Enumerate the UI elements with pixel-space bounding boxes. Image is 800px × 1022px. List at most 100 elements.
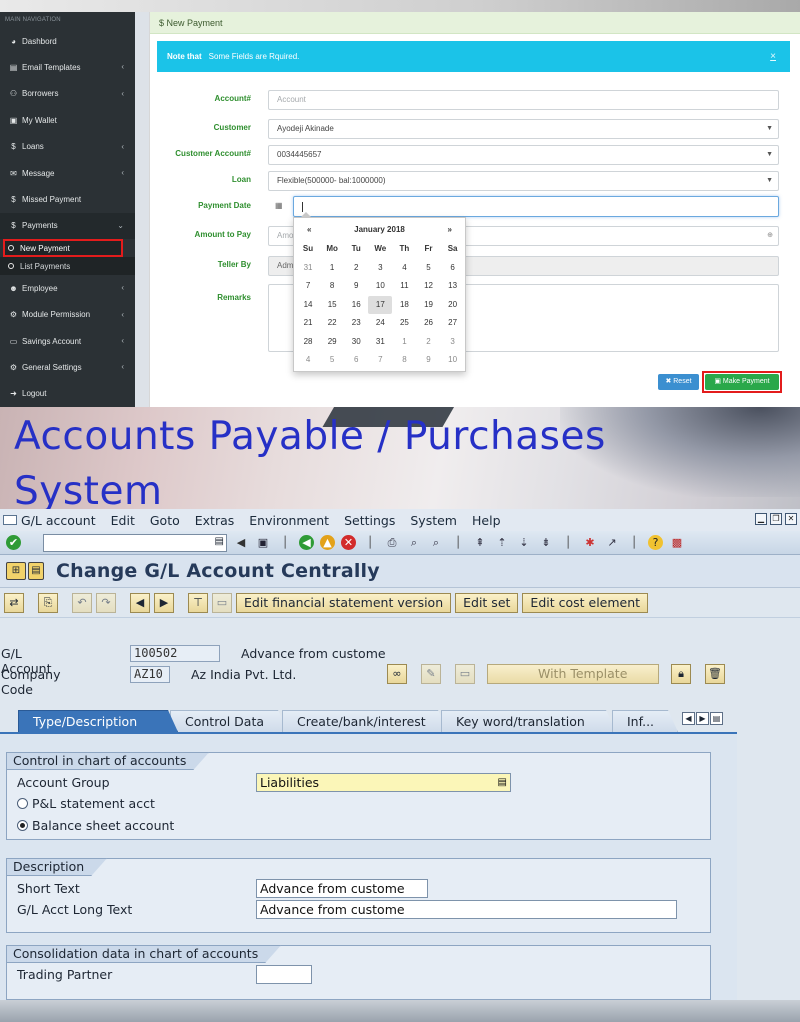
command-dropdown-icon[interactable]: ▤ bbox=[215, 536, 224, 547]
calendar-day-selected[interactable]: 17 bbox=[368, 295, 393, 314]
last-page-icon[interactable]: ⇟ bbox=[538, 535, 554, 551]
shortcut-icon[interactable]: ↗ bbox=[604, 535, 620, 551]
sidebar-subitem-list-payments[interactable]: List Payments bbox=[0, 257, 135, 276]
value-help-icon[interactable]: ▤ bbox=[498, 774, 507, 791]
calendar-day[interactable]: 23 bbox=[344, 314, 368, 333]
calendar-day[interactable]: 2 bbox=[344, 259, 368, 278]
with-template-button[interactable]: With Template bbox=[487, 664, 659, 684]
calendar-day[interactable]: 19 bbox=[416, 296, 440, 315]
sidebar-item-loans[interactable]: $ Loans ‹ bbox=[0, 134, 135, 160]
tab-keyword-translation[interactable]: Key word/translation bbox=[441, 710, 616, 732]
reset-button[interactable]: ✖ Reset bbox=[658, 374, 699, 390]
sidebar-item-payments[interactable]: $ Payments ⌄ bbox=[0, 212, 135, 240]
menu-item-environment[interactable]: Environment bbox=[249, 513, 329, 528]
prev-month-button[interactable]: « bbox=[307, 225, 311, 234]
account-group-input[interactable]: Liabilities ▤ bbox=[256, 773, 511, 792]
edit-financial-statement-version-button[interactable]: Edit financial statement version bbox=[236, 592, 452, 613]
tab-create-bank-interest[interactable]: Create/bank/interest bbox=[282, 710, 448, 732]
calendar-day[interactable]: 1 bbox=[320, 259, 344, 278]
menu-item-extras[interactable]: Extras bbox=[195, 513, 235, 528]
long-text-input[interactable]: Advance from custome bbox=[256, 900, 677, 919]
calendar-day[interactable]: 11 bbox=[392, 277, 416, 296]
calendar-day[interactable]: 2 bbox=[416, 333, 440, 352]
lock-icon[interactable]: 🔒︎ bbox=[671, 664, 691, 684]
calendar-icon[interactable]: ▦ bbox=[275, 201, 286, 211]
calendar-day[interactable]: 7 bbox=[368, 351, 392, 370]
menu-icon[interactable]: ⊞ bbox=[6, 562, 26, 580]
month-title[interactable]: January 2018 bbox=[354, 225, 405, 234]
calendar-day[interactable]: 3 bbox=[368, 259, 392, 278]
print-icon[interactable]: ⎙ bbox=[384, 535, 400, 551]
calendar-day[interactable]: 3 bbox=[441, 333, 465, 352]
radio-selected-icon[interactable] bbox=[17, 820, 28, 831]
next-icon[interactable]: ▶ bbox=[154, 592, 174, 613]
payment-date-input[interactable] bbox=[293, 196, 779, 217]
make-payment-button[interactable]: ▣ Make Payment bbox=[702, 371, 782, 393]
calendar-day[interactable]: 31 bbox=[296, 259, 320, 278]
balance-sheet-radio[interactable]: Balance sheet account bbox=[17, 818, 174, 833]
previous-page-icon[interactable]: ⇡ bbox=[494, 535, 510, 551]
menu-item-goto[interactable]: Goto bbox=[150, 513, 180, 528]
next-month-button[interactable]: » bbox=[448, 225, 452, 234]
edit-set-button[interactable]: Edit set bbox=[455, 592, 519, 613]
other-object-icon[interactable]: ⎘ bbox=[38, 592, 58, 613]
find-next-icon[interactable]: ⌕ bbox=[428, 535, 444, 551]
calendar-day[interactable]: 10 bbox=[368, 277, 392, 296]
alert-close-button[interactable]: × bbox=[770, 41, 776, 72]
cancel-icon[interactable]: ✕ bbox=[341, 535, 356, 550]
calendar-day[interactable]: 29 bbox=[320, 333, 344, 352]
calendar-day[interactable]: 5 bbox=[416, 259, 440, 278]
tab-type-description[interactable]: Type/Description bbox=[18, 710, 178, 732]
menu-item-edit[interactable]: Edit bbox=[111, 513, 135, 528]
menu-item-g-l-account[interactable]: G/L account bbox=[21, 513, 96, 528]
sidebar-item-employee[interactable]: ☻ Employee ‹ bbox=[0, 275, 135, 301]
calendar-day[interactable]: 15 bbox=[320, 296, 344, 315]
calendar-day[interactable]: 9 bbox=[416, 351, 440, 370]
sidebar-item-missed-payment[interactable]: $ Missed Payment bbox=[0, 186, 135, 212]
menu-item-help[interactable]: Help bbox=[472, 513, 501, 528]
calendar-day[interactable]: 8 bbox=[392, 351, 416, 370]
calendar-day[interactable]: 4 bbox=[392, 259, 416, 278]
minimize-icon[interactable]: ▁ bbox=[755, 513, 767, 525]
calendar-day[interactable]: 9 bbox=[344, 277, 368, 296]
previous-icon[interactable]: ◀ bbox=[130, 592, 150, 613]
loan-select[interactable]: Flexible(500000- bal:1000000) ▼ bbox=[268, 171, 779, 191]
calendar-day[interactable]: 27 bbox=[441, 314, 465, 333]
sidebar-item-dashbord[interactable]: ◕ Dashbord bbox=[0, 28, 135, 54]
customize-layout-icon[interactable]: ▩ bbox=[669, 535, 685, 551]
calendar-day[interactable]: 1 bbox=[392, 333, 416, 352]
calendar-day[interactable]: 20 bbox=[441, 296, 465, 315]
short-text-input[interactable]: Advance from custome bbox=[256, 879, 428, 898]
sidebar-item-savings-account[interactable]: ▭ Savings Account ‹ bbox=[0, 328, 135, 354]
sidebar-item-message[interactable]: ✉ Message ‹ bbox=[0, 160, 135, 186]
undo-icon[interactable]: ↶ bbox=[72, 592, 92, 613]
redo-icon[interactable]: ↷ bbox=[96, 592, 116, 613]
spinner-icon[interactable]: ⊕ bbox=[767, 227, 773, 245]
save-icon[interactable]: ▣ bbox=[255, 535, 271, 551]
sidebar-item-email-templates[interactable]: ▤ Email Templates ‹ bbox=[0, 54, 135, 80]
calendar-day[interactable]: 14 bbox=[296, 296, 320, 315]
calendar-day[interactable]: 6 bbox=[344, 351, 368, 370]
edit-cost-element-button[interactable]: Edit cost element bbox=[522, 592, 649, 613]
sap-window-icon[interactable] bbox=[3, 515, 17, 525]
triangle-left-icon[interactable]: ◀ bbox=[233, 535, 249, 551]
calendar-day[interactable]: 16 bbox=[344, 296, 368, 315]
calendar-day[interactable]: 25 bbox=[392, 314, 416, 333]
calendar-day[interactable]: 7 bbox=[296, 277, 320, 296]
command-field[interactable]: ▤ bbox=[43, 533, 227, 552]
calendar-day[interactable]: 22 bbox=[320, 314, 344, 333]
tab-control-data[interactable]: Control Data bbox=[170, 710, 288, 732]
calendar-day[interactable]: 18 bbox=[392, 296, 416, 315]
account-input[interactable]: Account bbox=[268, 90, 779, 110]
trash-icon[interactable]: 🗑︎ bbox=[705, 664, 725, 684]
gl-account-input[interactable]: 100502 bbox=[130, 645, 220, 662]
glasses-display-icon[interactable]: ∞ bbox=[387, 664, 407, 684]
tab-scroll-left-icon[interactable]: ◀ bbox=[682, 712, 695, 725]
calendar-day[interactable]: 12 bbox=[416, 277, 440, 296]
radio-icon[interactable] bbox=[17, 798, 28, 809]
transaction-icon[interactable]: ▤ bbox=[28, 562, 44, 580]
sidebar-subitem-new-payment[interactable]: New Payment bbox=[3, 239, 123, 258]
calendar-day[interactable]: 24 bbox=[368, 314, 392, 333]
sidebar-item-logout[interactable]: ➜ Logout bbox=[0, 381, 135, 407]
trading-partner-input[interactable] bbox=[256, 965, 312, 984]
